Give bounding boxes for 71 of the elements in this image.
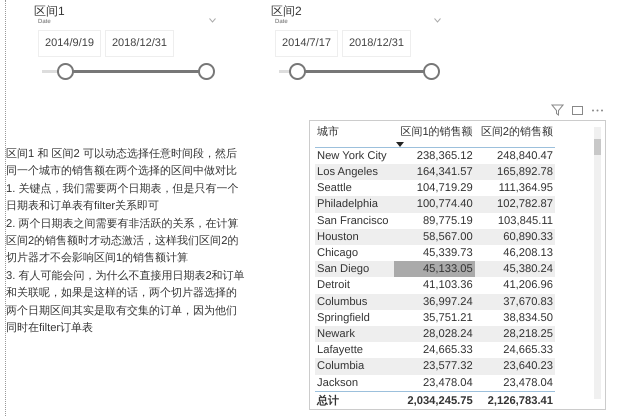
table-cell: Lafayette (315, 342, 394, 358)
scrollbar-thumb[interactable] (594, 139, 601, 155)
table-cell: 58,567.00 (394, 228, 475, 246)
table-cell: Columbia (315, 358, 394, 375)
table-cell: San Francisco (315, 212, 394, 229)
table-cell: New York City (315, 147, 394, 164)
total-cell: 2,126,783.41 (474, 391, 555, 412)
sort-icon (396, 142, 404, 147)
slider-handle[interactable] (289, 62, 306, 80)
table-cell: 60,890.33 (474, 228, 555, 246)
date-field[interactable]: 2014/9/19 (38, 30, 101, 56)
slicer-title: 区间2 (271, 4, 303, 18)
table-cell: Seattle (315, 180, 394, 196)
slider-handle[interactable] (56, 62, 74, 80)
table-cell: Springfield (315, 310, 394, 326)
table-cell: 248,840.47 (474, 147, 555, 164)
table-cell: 23,478.04 (394, 374, 475, 392)
table-cell: 100,774.40 (394, 196, 475, 213)
table-cell: Philadelphia (315, 196, 394, 213)
chevron-icon (434, 18, 441, 23)
column-header[interactable]: 区间2的销售额 (474, 121, 555, 148)
chevron-icon (209, 18, 216, 23)
note-paragraph: 1. 关键点，我们需要两个日期表，但是只有一个日期表和订单表有filter关系即可 (6, 182, 240, 214)
note-paragraph: 3. 有人可能会问，为什么不直接用日期表2和订单和关联呢，如果是这样的话，两个切片器选择的两个日期区间其实是取有交集的订单，因为他们同时在filter订单表 (6, 268, 246, 336)
table-cell: 28,218.25 (474, 326, 555, 342)
table-cell: 238,365.12 (394, 147, 475, 164)
total-label: 总计 (315, 391, 394, 412)
note-paragraph: 区间1 和 区间2 可以动态选择任意时间段，然后同一个城市的销售额在两个选择的区间中做对比 (6, 146, 238, 180)
table-cell: 164,341.57 (394, 164, 475, 180)
table-cell: 165,892.78 (474, 164, 555, 180)
date-field[interactable]: 2018/12/31 (342, 30, 411, 56)
table-cell: Chicago (315, 245, 394, 262)
slider-handle[interactable] (423, 62, 440, 80)
table-cell: 89,775.19 (394, 212, 475, 229)
table-cell: 37,670.83 (474, 294, 555, 310)
table-cell: 46,208.13 (474, 245, 555, 262)
table-cell: 38,834.50 (474, 310, 555, 326)
table-cell: Columbus (315, 294, 394, 310)
date-field[interactable]: 2018/12/31 (104, 30, 174, 56)
filter-icon[interactable] (551, 104, 564, 117)
column-header[interactable]: 区间1的销售额 (394, 121, 475, 148)
date-field[interactable]: 2014/7/17 (275, 30, 338, 56)
note-paragraph: 2. 两个日期表之间需要有非活跃的关系，在计算区间2的销售额时才动态激活，这样我们区间2的切片器才不会影响区间1的销售额计算 (6, 216, 240, 266)
table-cell: Jackson (315, 374, 394, 392)
table-cell: San Diego (315, 261, 394, 278)
table-cell: 111,364.95 (474, 180, 555, 196)
table-cell: 104,719.29 (394, 180, 475, 196)
slicer-title: 区间1 (34, 4, 66, 18)
focus-mode-icon[interactable] (571, 104, 584, 117)
table-cell: 45,380.24 (474, 261, 555, 278)
table-cell: Houston (315, 228, 394, 246)
table-cell: 23,577.32 (394, 358, 475, 375)
column-header[interactable]: 城市 (315, 121, 394, 148)
table-cell: 102,782.87 (474, 196, 555, 213)
table-cell: 28,028.24 (394, 326, 475, 342)
table-cell: Los Angeles (315, 164, 394, 180)
table-cell: 23,640.23 (474, 358, 555, 375)
table-cell: 35,751.21 (394, 310, 475, 326)
table-cell-text: Detroit (316, 278, 351, 294)
slider-handle[interactable] (198, 62, 215, 80)
table-cell: 23,478.04 (474, 374, 555, 392)
table-cell-text: 41,206.96 (502, 278, 554, 294)
table-cell: 45,339.73 (394, 245, 475, 262)
table-cell: 45,133.05 (394, 261, 475, 278)
total-cell: 2,034,245.75 (394, 391, 475, 412)
table-cell: 103,845.11 (474, 212, 555, 229)
table-cell: 24,665.33 (394, 342, 475, 358)
table-cell-text: 41,103.36 (422, 278, 474, 294)
table-cell: 24,665.33 (474, 342, 555, 358)
table-cell: 36,997.24 (394, 294, 475, 310)
table-cell: Newark (315, 326, 394, 342)
